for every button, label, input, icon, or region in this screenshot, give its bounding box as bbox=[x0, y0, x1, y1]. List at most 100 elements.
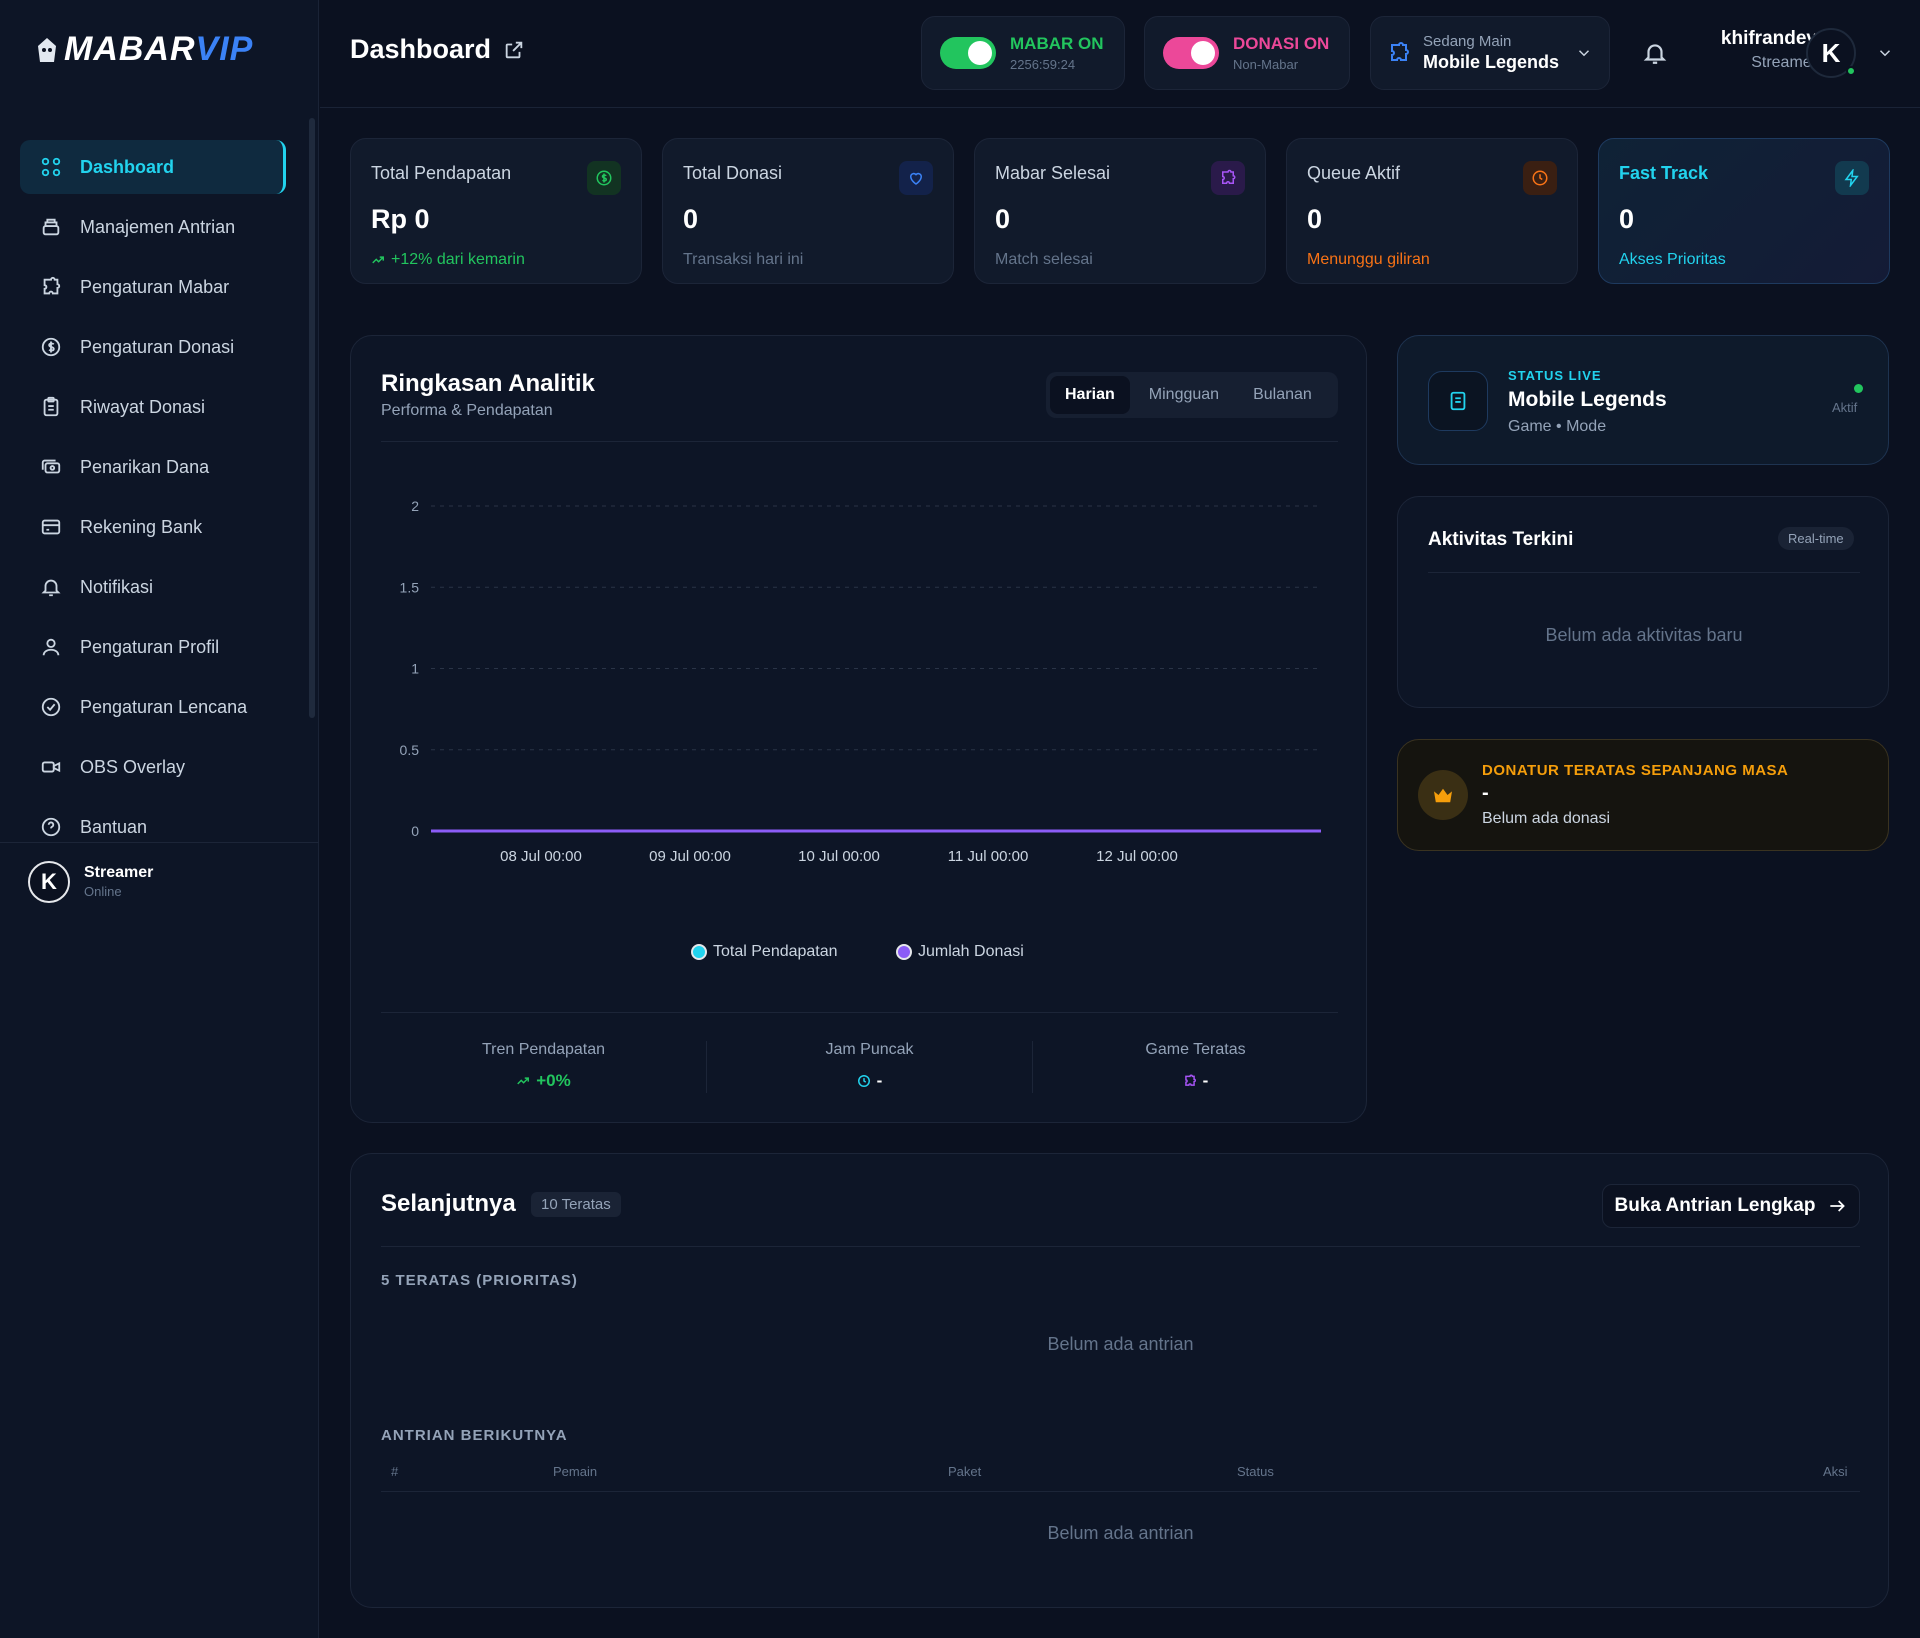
stat-sub: Transaksi hari ini bbox=[683, 251, 804, 268]
sidebar: MABARVIP Dashboard Manajemen Antrian Pen… bbox=[0, 0, 319, 1638]
puzzle-icon bbox=[1184, 1074, 1196, 1086]
analytics-chart: 0 0.5 1 1.5 2 08 Jul 00:00 09 Jul 00:00 10 Jul … bbox=[400, 498, 1321, 865]
sidebar-item-label: Bantuan bbox=[80, 816, 148, 837]
game-selector-value: Mobile Legends bbox=[1423, 52, 1560, 72]
stat-icon bbox=[899, 161, 933, 195]
mabar-toggle-card[interactable]: MABAR ON 2256:59:24 bbox=[921, 16, 1125, 90]
logo-text-accent: VIP bbox=[195, 30, 254, 68]
donasi-status-label: DONASI ON bbox=[1233, 34, 1330, 53]
legend-item-total-pendapatan[interactable]: Total Pendapatan bbox=[691, 943, 838, 961]
next-queue-panel: Selanjutnya 10 Teratas Buka Antrian Leng… bbox=[350, 1153, 1889, 1608]
button-label: Buka Antrian Lengkap bbox=[1614, 1195, 1816, 1216]
user-icon bbox=[42, 638, 60, 656]
divider bbox=[381, 1491, 1860, 1492]
stat-sub: Menunggu giliran bbox=[1307, 251, 1430, 268]
stat-value: 0 bbox=[1619, 204, 1635, 234]
bell-icon bbox=[41, 579, 61, 597]
y-tick-label: 1.5 bbox=[400, 579, 420, 595]
sidebar-scrollbar[interactable] bbox=[309, 118, 315, 718]
notification-button[interactable] bbox=[1642, 40, 1668, 66]
status-live-card: STATUS LIVE Mobile Legends Game • Mode A… bbox=[1397, 335, 1889, 465]
stat-sub: Match selesai bbox=[995, 251, 1093, 268]
external-link-icon[interactable] bbox=[503, 39, 525, 61]
sidebar-item-obs-overlay[interactable]: OBS Overlay bbox=[20, 740, 286, 794]
page-title: Dashboard bbox=[350, 34, 525, 65]
header-user-name: khifrandev bbox=[1720, 28, 1817, 49]
sidebar-item-label: Penarikan Dana bbox=[80, 456, 210, 477]
kpi-label: Game Teratas bbox=[1145, 1041, 1246, 1058]
open-full-queue-button[interactable]: Buka Antrian Lengkap bbox=[1602, 1184, 1860, 1228]
badge-check-icon bbox=[41, 697, 61, 717]
sidebar-item-penarikan-dana[interactable]: Penarikan Dana bbox=[20, 440, 286, 494]
sidebar-item-notifikasi[interactable]: Notifikasi bbox=[20, 560, 286, 614]
column-header-pemain: Pemain bbox=[553, 1464, 598, 1479]
analytics-panel: Ringkasan Analitik Performa & Pendapatan… bbox=[350, 335, 1367, 1123]
divider bbox=[381, 441, 1338, 442]
stat-icon bbox=[1523, 161, 1557, 195]
sidebar-item-manajemen-antrian[interactable]: Manajemen Antrian bbox=[20, 200, 286, 254]
tab-bulanan[interactable]: Bulanan bbox=[1238, 376, 1327, 414]
stat-title: Queue Aktif bbox=[1307, 163, 1401, 183]
legend-swatch bbox=[691, 944, 707, 960]
kpi-value: - bbox=[1033, 1071, 1358, 1091]
puzzle-icon bbox=[1222, 169, 1236, 184]
sidebar-item-pengaturan-donasi[interactable]: Pengaturan Donasi bbox=[20, 320, 286, 374]
video-icon bbox=[41, 761, 61, 773]
arrow-right-icon bbox=[1830, 1200, 1846, 1212]
sidebar-item-label: OBS Overlay bbox=[80, 756, 186, 777]
mabar-switch[interactable] bbox=[940, 37, 996, 69]
x-tick-label: 12 Jul 00:00 bbox=[1096, 848, 1178, 865]
x-tick-label: 08 Jul 00:00 bbox=[500, 848, 582, 865]
stat-card-queue-aktif: Queue Aktif 0 Menunggu giliran bbox=[1286, 138, 1578, 284]
sidebar-item-riwayat-donasi[interactable]: Riwayat Donasi bbox=[20, 380, 286, 434]
sidebar-item-pengaturan-profil[interactable]: Pengaturan Profil bbox=[20, 620, 286, 674]
x-tick-label: 10 Jul 00:00 bbox=[798, 848, 880, 865]
activity-card: Aktivitas Terkini Real-time Belum ada ak… bbox=[1397, 496, 1889, 708]
legend-swatch bbox=[896, 944, 912, 960]
sidebar-item-pengaturan-mabar[interactable]: Pengaturan Mabar bbox=[20, 260, 286, 314]
stat-value: 0 bbox=[1307, 204, 1323, 234]
divider bbox=[381, 1246, 1860, 1247]
chevron-down-icon bbox=[1578, 50, 1590, 57]
analytics-title: Ringkasan Analitik bbox=[381, 370, 595, 397]
donasi-toggle-card[interactable]: DONASI ON Non-Mabar bbox=[1144, 16, 1350, 90]
tab-mingguan[interactable]: Mingguan bbox=[1134, 376, 1234, 414]
crown-icon bbox=[1418, 770, 1468, 820]
top-donor-name: - bbox=[1482, 782, 1489, 804]
divider bbox=[1428, 572, 1860, 573]
game-selector[interactable]: Sedang Main Mobile Legends bbox=[1370, 16, 1610, 90]
stat-sub: +12% dari kemarin bbox=[371, 251, 621, 269]
sidebar-item-label: Pengaturan Mabar bbox=[80, 276, 230, 297]
user-menu-toggle[interactable] bbox=[1876, 44, 1894, 62]
logo-text-primary: MABAR bbox=[64, 30, 196, 68]
bell-icon bbox=[1643, 44, 1667, 64]
y-tick-label: 2 bbox=[411, 498, 419, 514]
sidebar-user[interactable]: K Streamer Online bbox=[0, 842, 319, 920]
card-icon bbox=[41, 519, 61, 535]
kpi-jam-puncak: Jam Puncak - bbox=[707, 1041, 1032, 1091]
brand-logo[interactable]: MABARVIP bbox=[34, 30, 253, 69]
kpi-value: - bbox=[707, 1071, 1032, 1091]
legend-item-jumlah-donasi[interactable]: Jumlah Donasi bbox=[896, 943, 1024, 961]
sidebar-item-label: Pengaturan Donasi bbox=[80, 336, 235, 357]
sidebar-user-status: Online bbox=[84, 884, 122, 899]
stat-sub: Akses Prioritas bbox=[1619, 251, 1726, 268]
online-indicator bbox=[1846, 66, 1856, 76]
donasi-switch[interactable] bbox=[1163, 37, 1219, 69]
column-header-status: Status bbox=[1237, 1464, 1274, 1479]
top-donor-sub: Belum ada donasi bbox=[1482, 810, 1611, 827]
tab-harian[interactable]: Harian bbox=[1050, 376, 1130, 414]
sidebar-item-dashboard[interactable]: Dashboard bbox=[20, 140, 286, 194]
stat-title: Total Pendapatan bbox=[371, 163, 512, 183]
kpi-label: Tren Pendapatan bbox=[481, 1041, 606, 1058]
logo-mascot-icon bbox=[38, 37, 56, 62]
heart-icon bbox=[909, 172, 923, 185]
sidebar-item-label: Rekening Bank bbox=[80, 516, 203, 537]
live-status-text: Aktif bbox=[1832, 400, 1858, 415]
sidebar-item-pengaturan-lencana[interactable]: Pengaturan Lencana bbox=[20, 680, 286, 734]
header-user[interactable]: khifrandev Streamer bbox=[1700, 28, 1817, 72]
live-status-dot bbox=[1854, 384, 1863, 393]
stat-card-fast-track[interactable]: Fast Track 0 Akses Prioritas bbox=[1598, 138, 1890, 284]
top-header: Dashboard MABAR ON 2256:59:24 DONASI ON … bbox=[320, 0, 1920, 108]
sidebar-item-rekening-bank[interactable]: Rekening Bank bbox=[20, 500, 286, 554]
